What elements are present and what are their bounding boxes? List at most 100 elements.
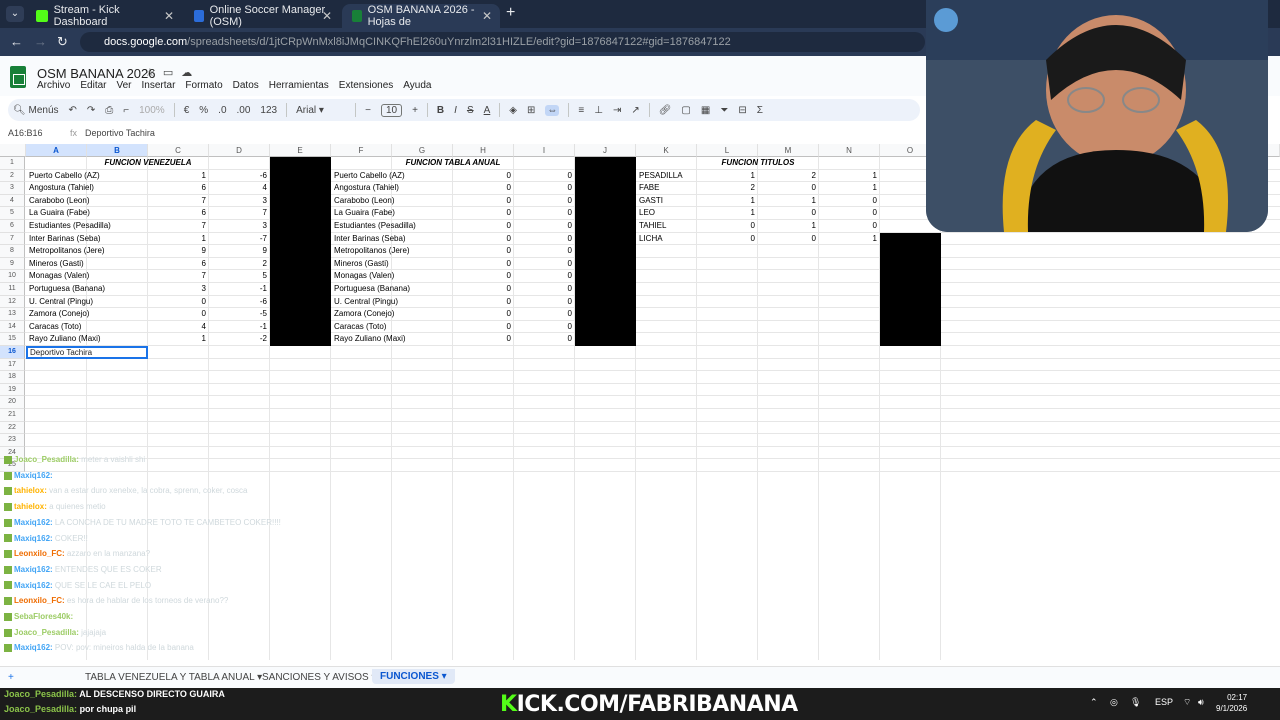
fill-color-icon[interactable]: ◈ [509,105,517,116]
team-name-cell[interactable]: Zamora (Conejo) [334,308,452,321]
team-name-cell[interactable]: Puerto Cabello (AZ) [29,170,147,183]
value-cell[interactable]: 0 [453,333,511,346]
back-icon[interactable]: ← [10,34,23,49]
value-cell[interactable]: -6 [209,170,267,183]
insert-comment-icon[interactable]: ▢ [681,105,690,116]
row-header[interactable]: 3 [0,182,25,195]
value-cell[interactable]: -7 [209,233,267,246]
row-header[interactable]: 23 [0,434,25,447]
value-cell[interactable]: 0 [758,233,816,246]
team-name-cell[interactable]: Inter Barinas (Seba) [29,233,147,246]
value-cell[interactable]: 0 [514,333,572,346]
value-cell[interactable]: 3 [148,283,206,296]
zoom-select[interactable]: 100% [139,105,165,116]
row-header[interactable]: 7 [0,232,25,246]
value-cell[interactable]: 0 [453,170,511,183]
font-family-select[interactable]: Arial ▾ [296,105,346,116]
value-cell[interactable]: 0 [819,207,877,220]
mic-icon[interactable]: 🎙︎ [1130,697,1141,708]
value-cell[interactable]: 1 [758,220,816,233]
sheets-logo-icon[interactable] [10,66,26,88]
menu-extensiones[interactable]: Extensiones [339,80,393,91]
value-cell[interactable]: 0 [514,270,572,283]
menu-ver[interactable]: Ver [116,80,131,91]
value-cell[interactable]: 0 [453,308,511,321]
value-cell[interactable]: -6 [209,296,267,309]
team-name-cell[interactable]: Portuguesa (Banana) [334,283,452,296]
language-indicator[interactable]: ESP [1155,697,1173,707]
star-icon[interactable]: ☆ [145,67,163,79]
value-cell[interactable]: 0 [514,170,572,183]
value-cell[interactable]: 0 [453,270,511,283]
value-cell[interactable]: 6 [148,182,206,195]
player-name-cell[interactable]: FABE [639,182,697,195]
value-cell[interactable]: 0 [819,195,877,208]
value-cell[interactable]: 0 [514,258,572,271]
menu-ayuda[interactable]: Ayuda [403,80,431,91]
value-cell[interactable]: 6 [148,258,206,271]
value-cell[interactable]: 0 [453,220,511,233]
sheet-tab-tabla[interactable]: TABLA VENEZUELA Y TABLA ANUAL ▾ [85,672,262,683]
value-cell[interactable]: 1 [148,170,206,183]
value-cell[interactable]: 0 [514,296,572,309]
formula-input[interactable]: Deportivo Tachira [85,128,155,138]
team-name-cell[interactable]: La Guaira (Fabe) [29,207,147,220]
text-rotate-icon[interactable]: ↗ [631,105,639,116]
wifi-icon[interactable]: ⌔ [1183,697,1191,708]
column-header[interactable]: I [514,144,575,157]
value-cell[interactable]: 0 [453,258,511,271]
value-cell[interactable]: 0 [148,308,206,321]
select-all-corner[interactable] [0,144,26,157]
value-cell[interactable]: 9 [148,245,206,258]
network-icon[interactable]: ◎ [1110,697,1118,708]
value-cell[interactable]: 0 [453,321,511,334]
row-header[interactable]: 6 [0,220,25,233]
team-name-cell[interactable]: Mineros (Gasti) [29,258,147,271]
value-cell[interactable]: 3 [209,220,267,233]
value-cell[interactable]: 0 [514,233,572,246]
browser-tab-osm[interactable]: Online Soccer Manager (OSM) ✕ [184,4,340,28]
value-cell[interactable]: 0 [453,195,511,208]
row-header[interactable]: 10 [0,270,25,283]
team-name-cell[interactable]: Metropolitanos (Jere) [334,245,452,258]
team-name-cell[interactable]: Mineros (Gasti) [334,258,452,271]
value-cell[interactable]: 7 [209,207,267,220]
document-title[interactable]: OSM BANANA 2026 [37,66,156,81]
column-header[interactable]: H [453,144,514,157]
row-header[interactable]: 2 [0,169,25,183]
folder-icon[interactable]: ▭ [163,67,181,79]
value-cell[interactable]: 0 [453,245,511,258]
value-cell[interactable]: 0 [514,308,572,321]
menu-editar[interactable]: Editar [80,80,106,91]
volume-icon[interactable]: 🔊︎ [1198,697,1204,708]
column-header[interactable]: L [697,144,758,157]
value-cell[interactable]: 2 [209,258,267,271]
value-cell[interactable]: 1 [697,195,755,208]
value-cell[interactable]: 0 [697,220,755,233]
team-name-cell[interactable]: Zamora (Conejo) [29,308,147,321]
row-header[interactable]: 18 [0,371,25,384]
borders-icon[interactable]: ⊞ [527,105,535,116]
team-name-cell[interactable]: Estudiantes (Pesadilla) [334,220,452,233]
browser-tab-kick[interactable]: Stream - Kick Dashboard ✕ [26,4,182,28]
value-cell[interactable]: 1 [819,182,877,195]
new-tab-icon[interactable]: + [506,4,515,22]
value-cell[interactable]: 0 [758,207,816,220]
column-header[interactable]: F [331,144,392,157]
column-header[interactable]: K [636,144,697,157]
value-cell[interactable]: 1 [148,333,206,346]
team-name-cell[interactable]: Caracas (Toto) [334,321,452,334]
value-cell[interactable]: 2 [758,170,816,183]
value-cell[interactable]: 5 [209,270,267,283]
url-input[interactable]: docs.google.com/spreadsheets/d/1jtCRpWnM… [80,32,925,52]
increase-decimals-button[interactable]: .00 [237,105,251,116]
tab-search-dropdown-icon[interactable]: ⌄ [6,6,24,22]
filter-icon[interactable]: ⏷ [720,105,728,116]
system-clock[interactable]: 02:17 9/1/2026 [1216,692,1247,714]
value-cell[interactable]: 1 [697,207,755,220]
sheet-tab-funciones[interactable]: FUNCIONES ▾ [372,669,455,684]
column-header[interactable]: N [819,144,880,157]
row-header[interactable]: 17 [0,358,25,372]
team-name-cell[interactable]: Inter Barinas (Seba) [334,233,452,246]
value-cell[interactable]: -2 [209,333,267,346]
